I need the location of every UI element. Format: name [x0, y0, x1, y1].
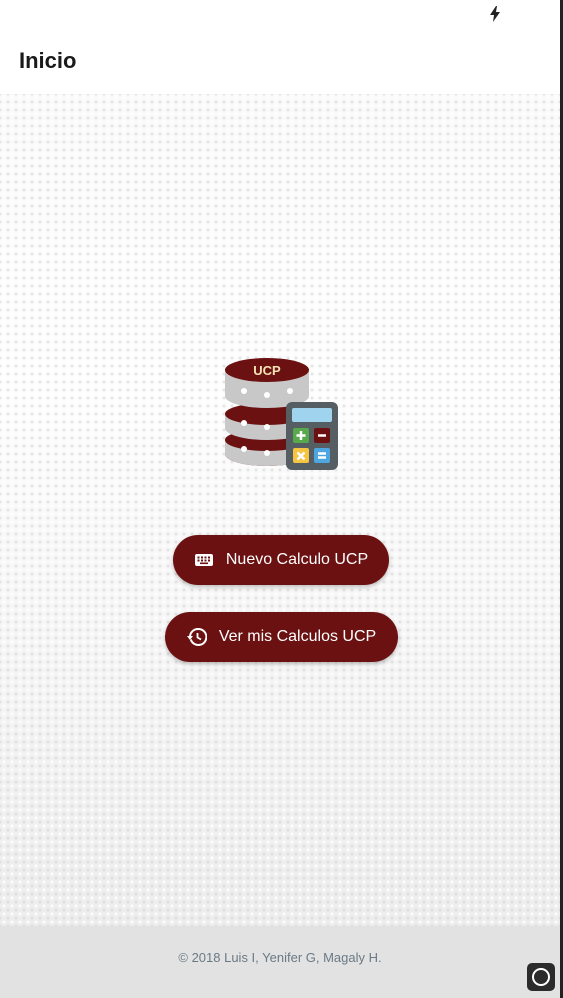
- status-bar: [0, 0, 560, 28]
- page-title: Inicio: [19, 48, 77, 73]
- circle-action-button[interactable]: [527, 963, 555, 991]
- app-bar: Inicio: [0, 28, 560, 94]
- main-content: [0, 94, 560, 926]
- keyboard-icon: [194, 554, 213, 566]
- new-calculation-button[interactable]: Nuevo Calculo UCP: [173, 535, 389, 585]
- footer: © 2018 Luis I, Yenifer G, Magaly H.: [0, 926, 560, 998]
- view-calculations-button[interactable]: Ver mis Calculos UCP: [165, 612, 398, 662]
- circle-icon: [532, 968, 550, 986]
- database-calculator-icon: UCP: [225, 358, 338, 470]
- copyright-text: © 2018 Luis I, Yenifer G, Magaly H.: [178, 950, 382, 965]
- history-icon: [186, 627, 207, 646]
- view-calculations-label: Ver mis Calculos UCP: [218, 628, 377, 645]
- new-calculation-label: Nuevo Calculo UCP: [225, 551, 369, 568]
- logo-badge-text: UCP: [253, 363, 281, 378]
- flash-icon: [490, 6, 500, 22]
